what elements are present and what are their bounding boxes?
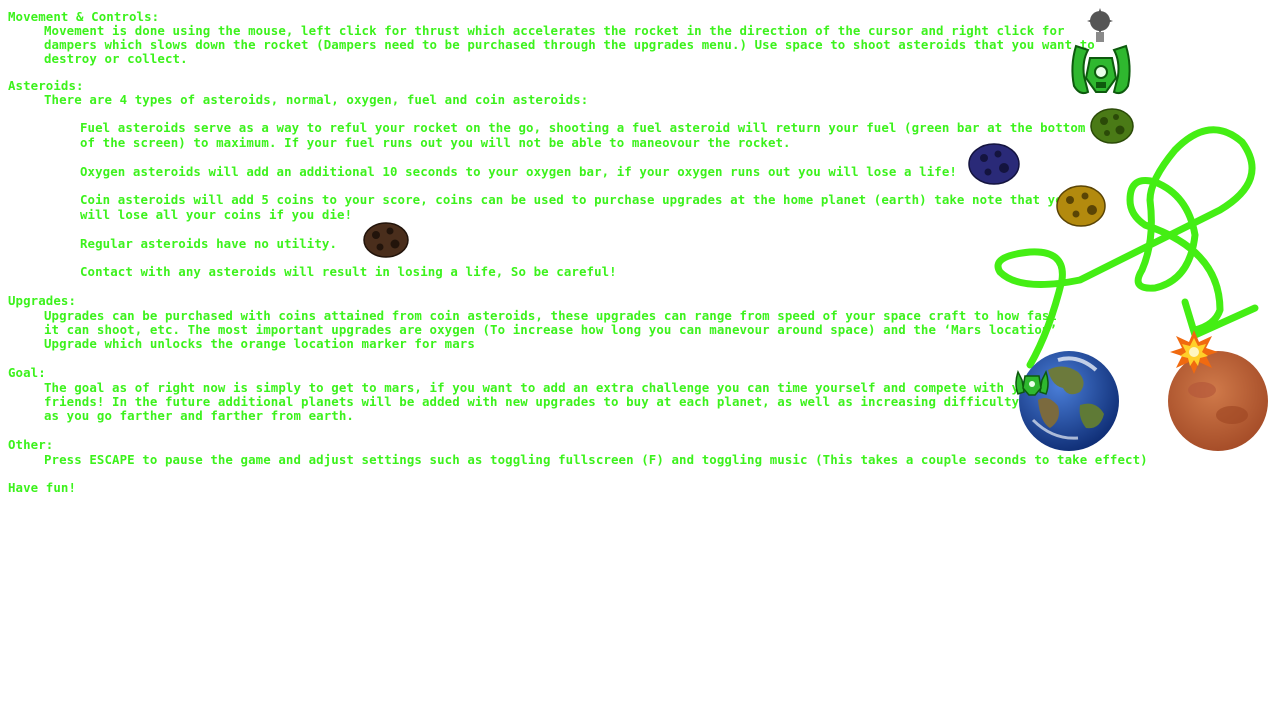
rocket-icon <box>1071 8 1131 95</box>
rocket-small-icon <box>1015 370 1049 396</box>
route-path-drawing <box>994 126 1259 369</box>
movement-line-1: Movement is done using the mouse, left c… <box>44 23 1065 38</box>
explosion-icon <box>1170 330 1218 374</box>
other-line-1: Press ESCAPE to pause the game and adjus… <box>44 452 1148 467</box>
upgrades-line-3: Upgrade which unlocks the orange locatio… <box>44 336 475 351</box>
goal-line-2: friends! In the future additional planet… <box>44 394 1020 409</box>
coin-line-1: Coin asteroids will add 5 coins to your … <box>80 192 1071 207</box>
movement-line-2: dampers which slows down the rocket (Dam… <box>44 37 1095 52</box>
other-heading: Other: <box>8 437 54 452</box>
goal-line-1: The goal as of right now is simply to ge… <box>44 380 1042 395</box>
goal-heading: Goal: <box>8 365 46 380</box>
asteroids-heading: Asteroids: <box>8 78 84 93</box>
regular-line: Regular asteroids have no utility. <box>80 236 338 251</box>
goal-line-3: as you go farther and farther from earth… <box>44 408 354 423</box>
upgrades-line-1: Upgrades can be purchased with coins att… <box>44 308 1058 323</box>
upgrades-heading: Upgrades: <box>8 293 77 308</box>
upgrades-line-2: it can shoot, etc. The most important up… <box>44 322 1058 337</box>
fuel-line-2: of the screen) to maximum. If your fuel … <box>80 135 791 150</box>
contact-line: Contact with any asteroids will result i… <box>80 264 617 279</box>
fuel-line-1: Fuel asteroids serve as a way to reful y… <box>80 120 1086 135</box>
movement-heading: Movement & Controls: <box>8 9 160 24</box>
oxygen-line: Oxygen asteroids will add an additional … <box>80 164 957 179</box>
closing-line: Have fun! <box>8 480 77 495</box>
movement-line-3: destroy or collect. <box>44 51 188 66</box>
regular-asteroid-icon <box>363 222 409 258</box>
asteroids-intro: There are 4 types of asteroids, normal, … <box>44 92 589 107</box>
coin-line-2: will lose all your coins if you die! <box>80 207 353 222</box>
